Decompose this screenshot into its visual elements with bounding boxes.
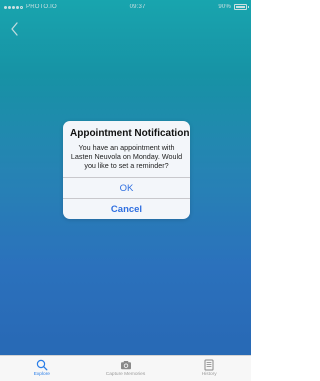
tab-bar: Explore Capture Memories History — [0, 355, 251, 381]
tab-label-explore: Explore — [33, 372, 50, 377]
tab-label-history: History — [201, 372, 217, 377]
camera-icon — [120, 361, 131, 370]
alert-body: Appointment Notification You have an app… — [63, 121, 190, 177]
app-screen: PROTO.IO 09:37 90% Appointment Notificat… — [0, 0, 251, 381]
tab-capture-memories[interactable]: Capture Memories — [84, 356, 168, 381]
search-icon — [36, 359, 48, 371]
appointment-alert-dialog: Appointment Notification You have an app… — [63, 121, 190, 219]
tab-history[interactable]: History — [167, 356, 251, 381]
history-list-icon — [204, 359, 214, 371]
alert-message: You have an appointment with Lasten Neuv… — [70, 143, 183, 170]
ok-button[interactable]: OK — [63, 177, 190, 198]
tab-explore[interactable]: Explore — [0, 356, 84, 381]
alert-title: Appointment Notification — [70, 128, 190, 139]
cancel-button[interactable]: Cancel — [63, 198, 190, 219]
tab-label-capture-memories: Capture Memories — [105, 372, 146, 377]
